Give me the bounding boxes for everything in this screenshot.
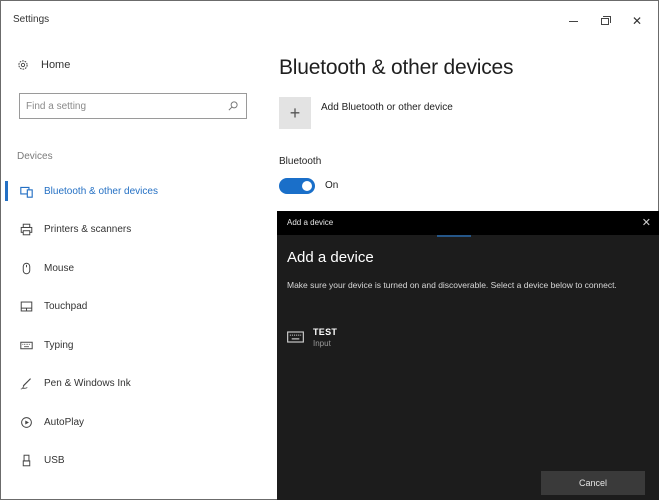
sidebar-item-label: Mouse xyxy=(44,262,75,274)
plus-icon: + xyxy=(289,102,301,123)
keyboard-icon xyxy=(287,331,304,343)
minimize-icon xyxy=(568,20,578,22)
gear-icon xyxy=(18,60,28,70)
device-list-item[interactable]: TEST Input xyxy=(287,327,337,348)
restore-icon xyxy=(601,15,611,25)
sidebar-item-bluetooth[interactable]: Bluetooth & other devices xyxy=(1,172,259,211)
sidebar-item-label: Touchpad xyxy=(44,301,88,313)
printer-icon xyxy=(19,223,33,237)
bluetooth-label: Bluetooth xyxy=(279,156,322,167)
add-device-label[interactable]: Add Bluetooth or other device xyxy=(321,102,453,113)
search-box[interactable] xyxy=(19,93,247,119)
sidebar-nav: Bluetooth & other devices Printers & sca… xyxy=(1,172,259,480)
search-icon[interactable] xyxy=(227,100,239,112)
sidebar-item-touchpad[interactable]: Touchpad xyxy=(1,288,259,327)
mouse-icon xyxy=(19,261,33,275)
autoplay-icon xyxy=(19,415,33,429)
bluetooth-toggle[interactable] xyxy=(279,178,315,194)
sidebar-item-label: AutoPlay xyxy=(44,416,85,428)
sidebar-item-label: USB xyxy=(44,455,65,467)
sidebar: Home Devices Bluetooth & other devices xyxy=(1,39,259,500)
close-icon: ✕ xyxy=(631,14,643,28)
bluetooth-devices-icon xyxy=(19,184,33,198)
title-bar: Settings ✕ xyxy=(1,1,658,39)
sidebar-item-mouse[interactable]: Mouse xyxy=(1,249,259,288)
main-content: Bluetooth & other devices + Add Bluetoot… xyxy=(259,39,659,209)
add-device-dialog: Add a device ✕ Add a device Make sure yo… xyxy=(277,211,659,500)
device-type: Input xyxy=(313,339,331,348)
settings-window: Settings ✕ Home Devices xyxy=(0,0,659,500)
usb-icon xyxy=(19,454,33,468)
maximize-button[interactable] xyxy=(590,9,620,33)
minimize-button[interactable] xyxy=(558,9,588,33)
dialog-window-title: Add a device xyxy=(287,218,334,227)
sidebar-item-pen[interactable]: Pen & Windows Ink xyxy=(1,365,259,404)
close-button[interactable]: ✕ xyxy=(622,9,652,33)
search-input[interactable] xyxy=(20,94,215,118)
dialog-close-icon[interactable]: ✕ xyxy=(642,216,651,229)
home-label: Home xyxy=(41,59,71,71)
page-title: Bluetooth & other devices xyxy=(279,56,514,79)
touchpad-icon xyxy=(19,300,33,314)
pen-icon xyxy=(19,377,33,391)
progress-indicator xyxy=(437,235,471,237)
sidebar-item-label: Printers & scanners xyxy=(44,224,132,236)
cancel-button[interactable]: Cancel xyxy=(541,471,645,495)
sidebar-item-label: Pen & Windows Ink xyxy=(44,378,131,390)
sidebar-item-printers[interactable]: Printers & scanners xyxy=(1,211,259,250)
bluetooth-state-label: On xyxy=(325,180,339,191)
device-name: TEST xyxy=(313,327,338,337)
section-label-devices: Devices xyxy=(17,151,53,162)
sidebar-item-label: Typing xyxy=(44,339,74,351)
keyboard-icon xyxy=(19,338,33,352)
dialog-heading: Add a device xyxy=(287,249,374,266)
dialog-title-bar: Add a device ✕ xyxy=(277,211,659,235)
window-title: Settings xyxy=(13,14,50,25)
device-text: TEST Input xyxy=(313,327,337,348)
sidebar-item-label: Bluetooth & other devices xyxy=(44,185,158,197)
add-device-button[interactable]: + xyxy=(279,97,311,129)
sidebar-item-typing[interactable]: Typing xyxy=(1,326,259,365)
home-link[interactable]: Home xyxy=(17,59,70,71)
dialog-description: Make sure your device is turned on and d… xyxy=(287,280,617,290)
sidebar-item-autoplay[interactable]: AutoPlay xyxy=(1,403,259,442)
sidebar-item-usb[interactable]: USB xyxy=(1,442,259,481)
